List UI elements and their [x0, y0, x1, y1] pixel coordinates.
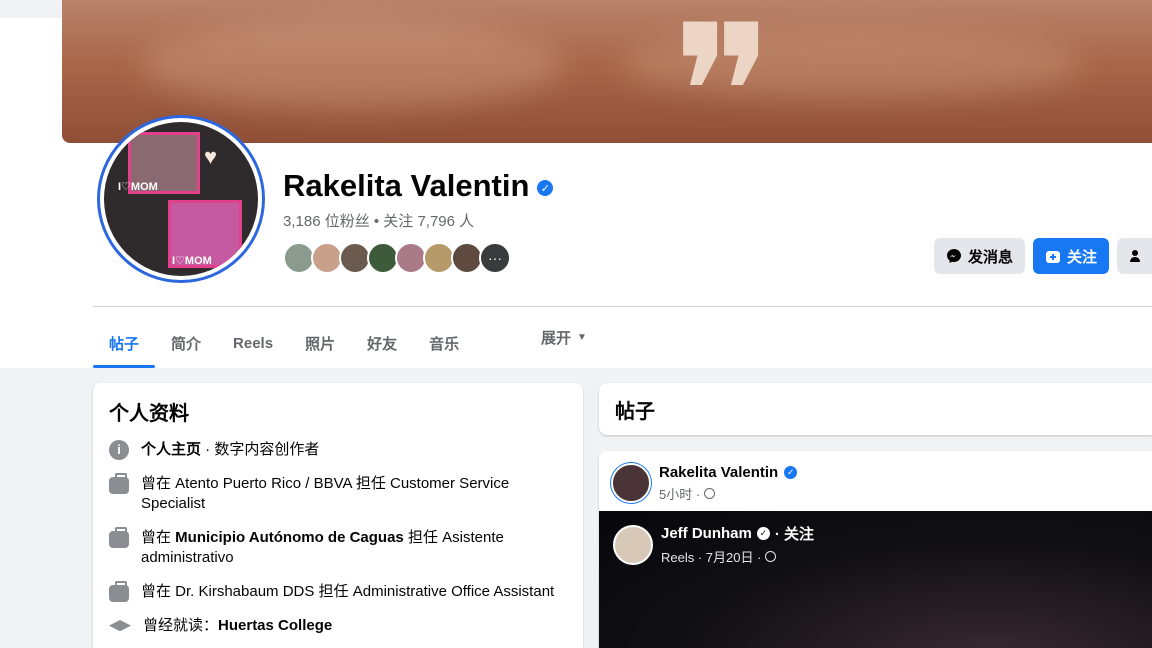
category-rest: · 数字内容创作者: [201, 441, 320, 458]
briefcase-icon: [109, 473, 129, 494]
shared-reel[interactable]: Jeff Dunham ✓ · 关注 Reels · 7月20日 ·: [599, 511, 1152, 648]
intro-education: 曾经就读：Huertas College: [143, 616, 332, 636]
post-author-row: Rakelita Valentin ✓: [659, 464, 798, 481]
verified-badge-icon: ✓: [784, 465, 798, 479]
cover-photo[interactable]: ❞: [62, 0, 1152, 143]
job-prefix: 曾在: [141, 583, 176, 600]
message-button-label: 发消息: [968, 248, 1014, 266]
follower-stats[interactable]: 3,186 位粉丝 • 关注 7,796 人: [283, 210, 474, 231]
reel-author-row: Jeff Dunham ✓ · 关注: [661, 523, 814, 544]
intro-job-row: 曾在 Dr. Kirshabaum DDS 担任 Administrative …: [109, 581, 567, 602]
job-connector: 担任: [403, 529, 443, 546]
profile-avatar[interactable]: ♥ I♡MOM I♡MOM: [97, 115, 265, 283]
message-button[interactable]: 发消息: [934, 238, 1025, 274]
intro-title: 个人资料: [109, 403, 189, 425]
intro-job-text: 曾在 Dr. Kirshabaum DDS 担任 Administrative …: [141, 582, 554, 602]
reel-author-avatar[interactable]: [613, 524, 653, 565]
reel-meta: Reels · 7月20日 ·: [661, 547, 814, 566]
tab-item[interactable]: Reels: [217, 318, 289, 368]
verified-badge-icon: ✓: [537, 180, 554, 196]
education-school[interactable]: Huertas College: [218, 617, 332, 634]
intro-job-text: 曾在 Atento Puerto Rico / BBVA 担任 Customer…: [141, 474, 567, 514]
follow-button-label: 关注: [1067, 248, 1098, 266]
post-meta: 5小时 ·: [659, 484, 797, 503]
intro-education-row: 曾经就读：Huertas College: [109, 616, 567, 636]
avatar-image: ♥ I♡MOM I♡MOM: [104, 122, 258, 276]
follow-plus-icon: [1045, 248, 1061, 264]
verified-badge-icon: ✓: [756, 527, 770, 540]
expand-tabs-button[interactable]: 展开 ▼: [541, 318, 587, 356]
job-connector: 担任: [351, 475, 390, 492]
education-prefix: 曾经就读：: [143, 617, 219, 634]
avatar-mom-text: I♡MOM: [172, 255, 212, 267]
more-friends-icon[interactable]: ···: [479, 242, 511, 274]
intro-job-row: 曾在 Atento Puerto Rico / BBVA 担任 Customer…: [109, 473, 567, 514]
page-edge: [0, 0, 62, 18]
job-organization[interactable]: Atento Puerto Rico / BBVA: [175, 475, 351, 492]
reel-meta-text: Reels · 7月20日 ·: [661, 550, 762, 565]
friend-avatars[interactable]: ···: [283, 242, 511, 274]
heart-hands-icon: ♥: [204, 144, 218, 169]
profile-name: Rakelita Valentin: [283, 168, 530, 203]
globe-icon: [704, 487, 716, 499]
intro-category-row: i 个人主页 · 数字内容创作者: [109, 440, 567, 460]
person-add-icon: [1129, 248, 1145, 264]
expand-label: 展开: [541, 329, 572, 347]
intro-job-row: 曾在 Municipio Autónomo de Caguas 担任 Asist…: [109, 527, 567, 568]
reel-follow-link[interactable]: · 关注: [775, 523, 814, 544]
job-organization[interactable]: Dr. Kirshabaum DDS: [175, 583, 314, 600]
messenger-icon: [946, 248, 962, 264]
post-author-avatar[interactable]: [611, 463, 651, 503]
cover-cloud: [142, 20, 562, 110]
job-prefix: 曾在: [141, 529, 176, 546]
tab-item[interactable]: 简介: [155, 318, 217, 368]
job-connector: 担任: [314, 583, 353, 600]
intro-jobs: 曾在 Atento Puerto Rico / BBVA 担任 Customer…: [109, 473, 567, 602]
quote-mark-graphic: ❞: [672, 0, 774, 143]
caret-down-icon: ▼: [577, 331, 587, 343]
post-author-name[interactable]: Rakelita Valentin: [659, 464, 778, 481]
profile-name-row: Rakelita Valentin ✓: [283, 168, 554, 204]
info-icon: i: [109, 440, 129, 460]
tab-item[interactable]: 帖子: [93, 318, 156, 368]
avatar-mom-text: I♡MOM: [118, 181, 158, 193]
post-card: Rakelita Valentin ✓ 5小时 · Jeff Dunham ✓ …: [599, 451, 1152, 648]
job-role: Administrative Office Assistant: [352, 583, 555, 600]
graduation-cap-icon: [109, 620, 131, 632]
posts-header-card: 帖子: [599, 383, 1152, 435]
post-header: Rakelita Valentin ✓ 5小时 ·: [599, 451, 1152, 515]
intro-category: 个人主页 · 数字内容创作者: [141, 440, 319, 460]
add-friend-button[interactable]: [1117, 238, 1152, 274]
intro-card: 个人资料 i 个人主页 · 数字内容创作者 曾在 Atento Puerto R…: [93, 383, 583, 648]
job-organization[interactable]: Municipio Autónomo de Caguas: [175, 529, 404, 546]
reel-author-name[interactable]: Jeff Dunham: [661, 525, 752, 542]
briefcase-icon: [109, 581, 129, 602]
job-prefix: 曾在: [141, 475, 176, 492]
header-divider: [93, 306, 1152, 307]
post-time[interactable]: 5小时 ·: [659, 484, 700, 503]
tab-item[interactable]: 照片: [289, 318, 351, 368]
category-bold: 个人主页: [141, 441, 202, 458]
globe-icon: [765, 551, 777, 562]
briefcase-icon: [109, 527, 129, 548]
profile-tabs: 帖子 简介 Reels 照片 好友 音乐: [93, 318, 475, 368]
tab-item[interactable]: 音乐: [413, 318, 475, 368]
posts-title: 帖子: [615, 400, 655, 423]
tab-item[interactable]: 好友: [351, 318, 413, 368]
follow-button[interactable]: 关注: [1033, 238, 1109, 274]
reel-header: Jeff Dunham ✓ · 关注 Reels · 7月20日 ·: [599, 511, 1152, 578]
intro-job-text: 曾在 Municipio Autónomo de Caguas 担任 Asist…: [141, 528, 567, 568]
